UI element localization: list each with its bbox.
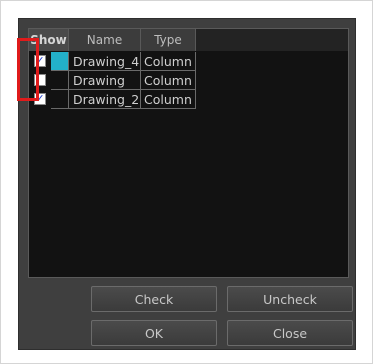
layer-name: Drawing_2 bbox=[69, 90, 141, 109]
header-type[interactable]: Type bbox=[141, 29, 196, 51]
layer-name: Drawing_4 bbox=[69, 52, 141, 71]
show-hide-dialog: Show Name Type ✓ Drawing_4 Column Drawin… bbox=[18, 18, 356, 350]
layer-color-swatch bbox=[51, 71, 69, 90]
layer-name: Drawing bbox=[69, 71, 141, 90]
header-name[interactable]: Name bbox=[69, 29, 141, 51]
table-row[interactable]: ✓ Drawing_4 Column bbox=[29, 52, 196, 71]
uncheck-button[interactable]: Uncheck bbox=[227, 286, 353, 312]
layer-type: Column bbox=[141, 52, 196, 71]
check-button[interactable]: Check bbox=[91, 286, 217, 312]
layer-color-swatch bbox=[51, 52, 69, 71]
ok-button[interactable]: OK bbox=[91, 320, 217, 346]
layer-type: Column bbox=[141, 71, 196, 90]
screenshot-frame: Show Name Type ✓ Drawing_4 Column Drawin… bbox=[0, 0, 373, 364]
table-row[interactable]: ✓ Drawing_2 Column bbox=[29, 90, 196, 109]
layer-type: Column bbox=[141, 90, 196, 109]
layer-table: Show Name Type ✓ Drawing_4 Column Drawin… bbox=[28, 28, 349, 278]
layer-color-swatch bbox=[51, 90, 69, 109]
table-row[interactable]: Drawing Column bbox=[29, 71, 196, 90]
close-button[interactable]: Close bbox=[227, 320, 353, 346]
show-column-highlight bbox=[17, 38, 39, 101]
table-header: Show Name Type bbox=[29, 29, 348, 51]
